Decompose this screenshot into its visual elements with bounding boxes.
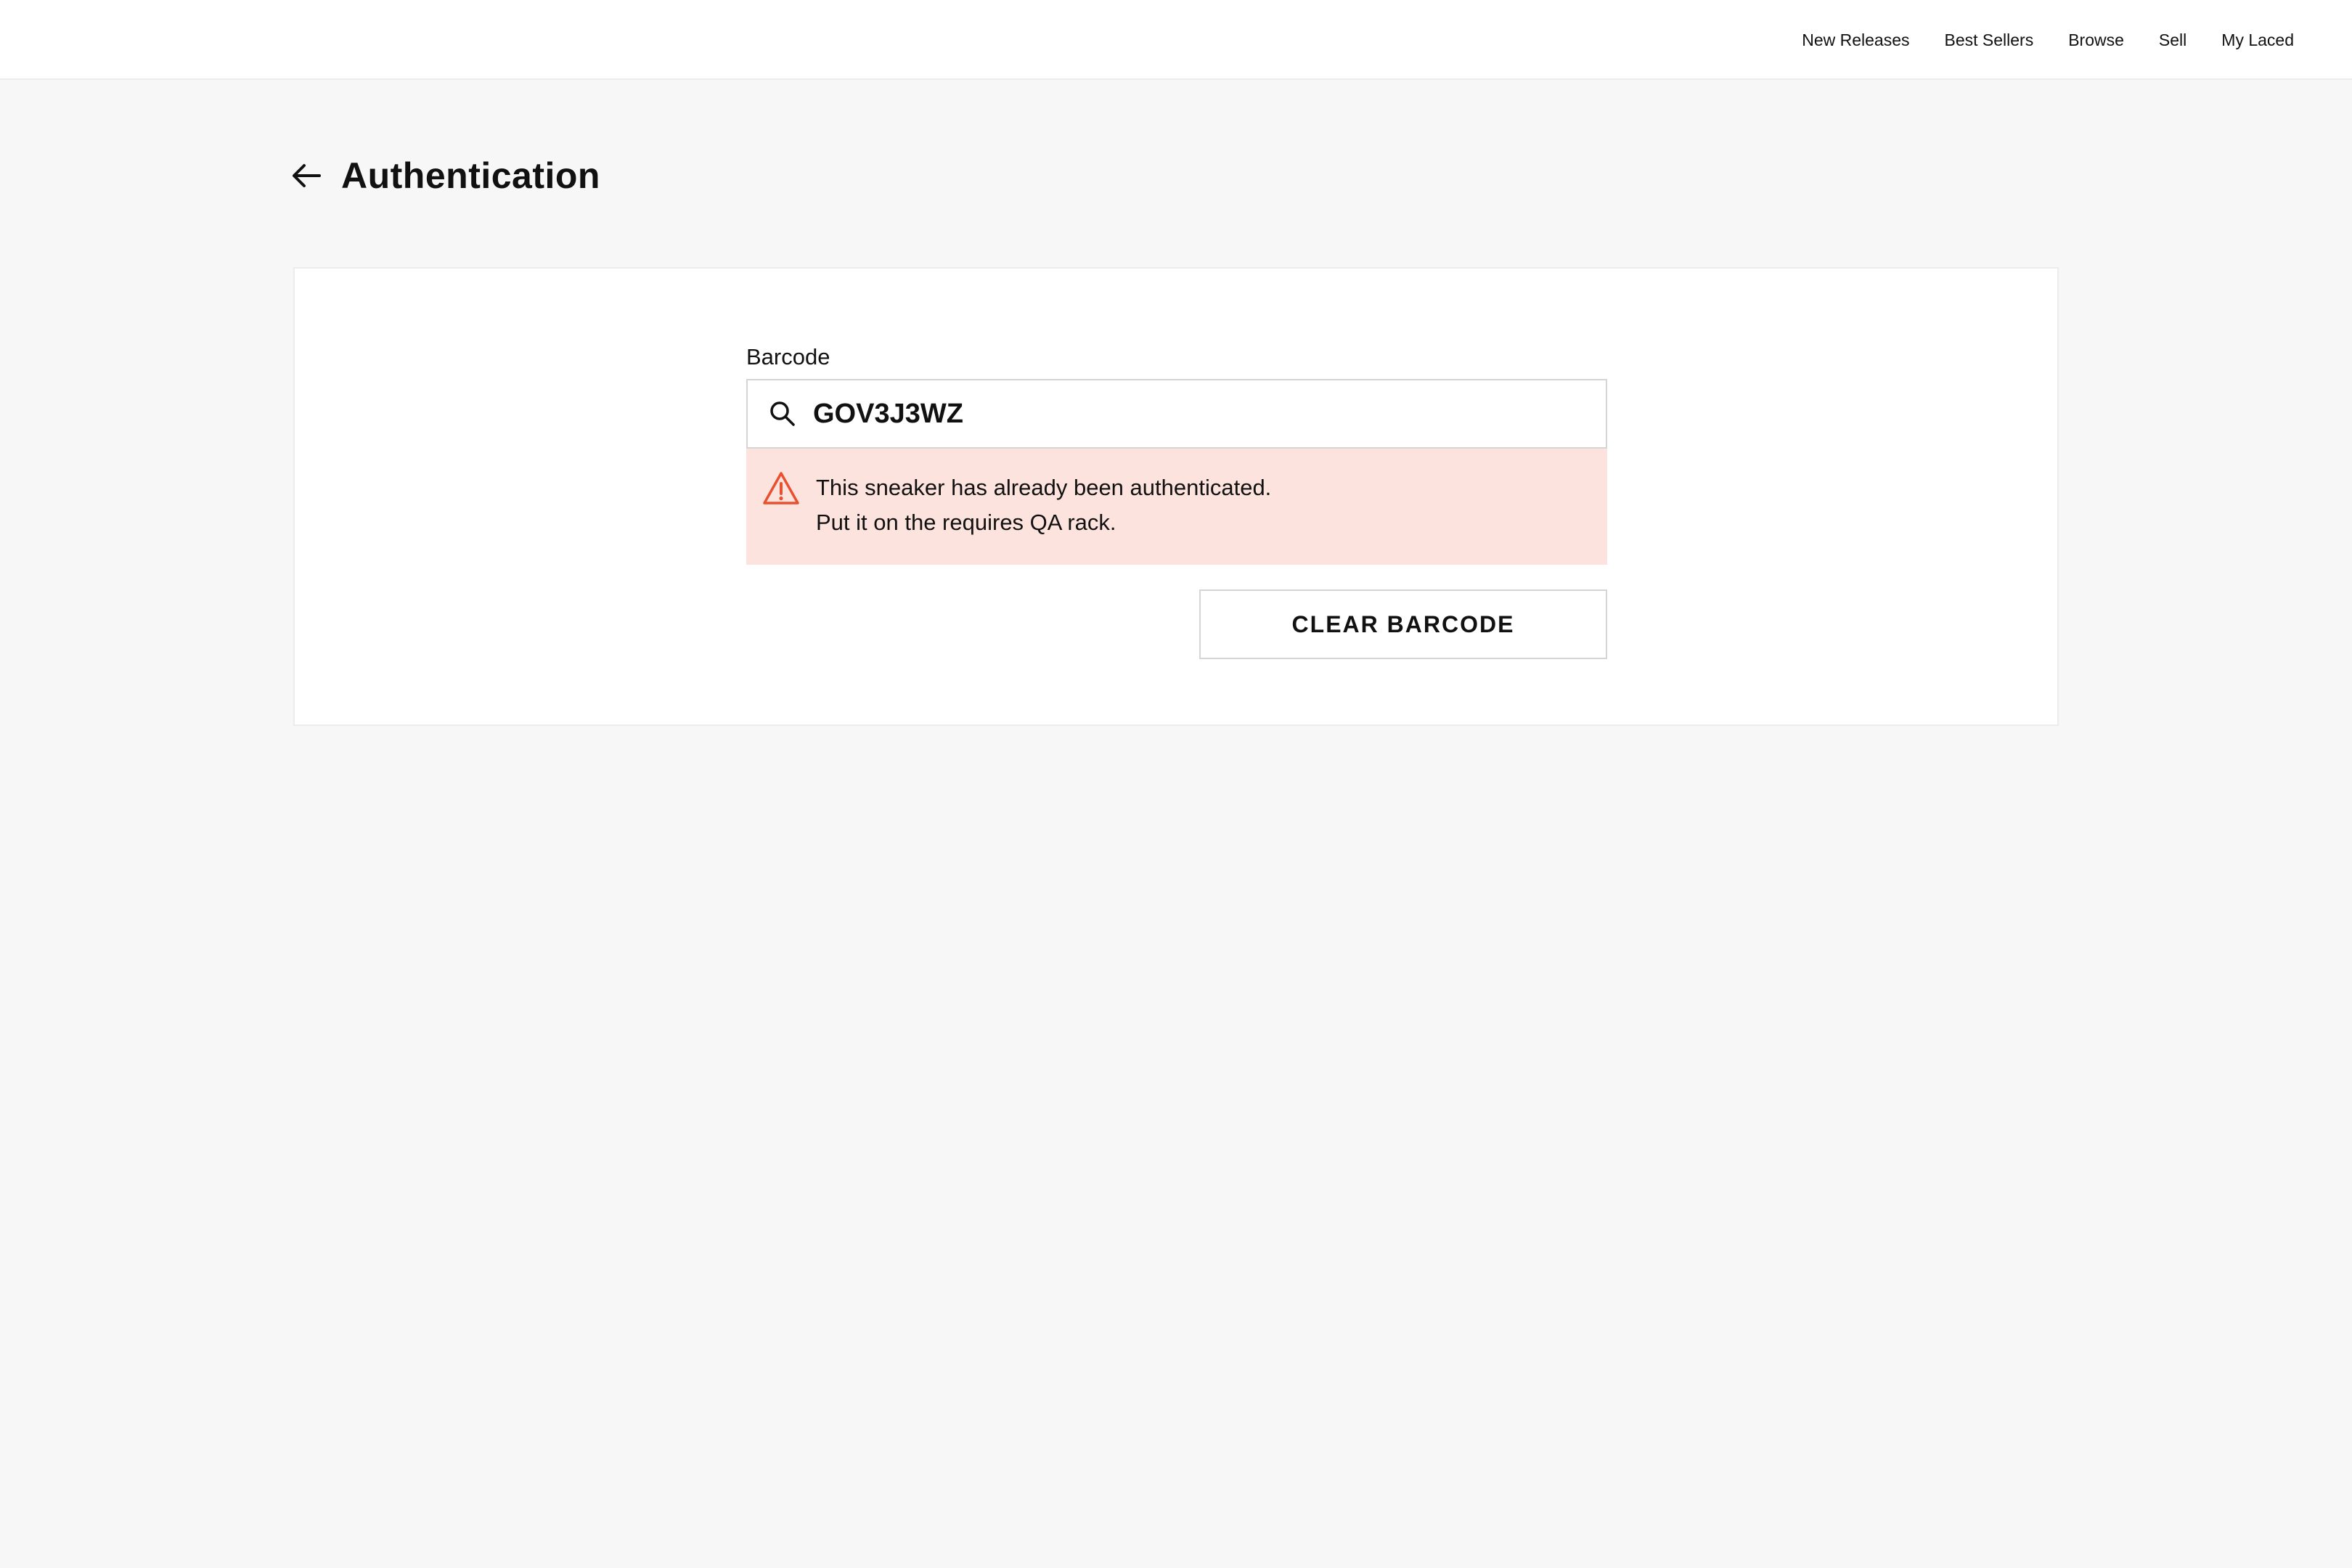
alert-line-2: Put it on the requires QA rack. — [816, 510, 1116, 535]
barcode-field[interactable] — [746, 379, 1607, 449]
page-title: Authentication — [341, 155, 600, 196]
nav-item-best-sellers[interactable]: Best Sellers — [1945, 30, 2034, 50]
form-actions: CLEAR BARCODE — [746, 589, 1607, 659]
barcode-form: Barcode This sneaker has already been au… — [746, 341, 1607, 659]
authentication-card: Barcode This sneaker has already been au… — [293, 267, 2059, 726]
nav-item-browse[interactable]: Browse — [2068, 30, 2124, 50]
barcode-label: Barcode — [746, 344, 830, 369]
alert-line-1: This sneaker has already been authentica… — [816, 475, 1272, 500]
alert-message: This sneaker has already been authentica… — [816, 470, 1271, 540]
top-navigation-bar: New Releases Best Sellers Browse Sell My… — [0, 0, 2352, 80]
nav-item-sell[interactable]: Sell — [2159, 30, 2186, 50]
arrow-left-icon — [293, 164, 321, 187]
nav-item-my-laced[interactable]: My Laced — [2221, 30, 2294, 50]
warning-icon — [763, 472, 799, 505]
nav-item-new-releases[interactable]: New Releases — [1802, 30, 1909, 50]
clear-barcode-button[interactable]: CLEAR BARCODE — [1199, 589, 1607, 659]
main-nav: New Releases Best Sellers Browse Sell My… — [1802, 0, 2294, 80]
warning-alert: This sneaker has already been authentica… — [746, 449, 1607, 565]
barcode-input[interactable] — [813, 385, 1539, 443]
page-header: Authentication — [290, 145, 600, 206]
back-button[interactable] — [290, 160, 322, 192]
search-icon — [767, 398, 799, 430]
